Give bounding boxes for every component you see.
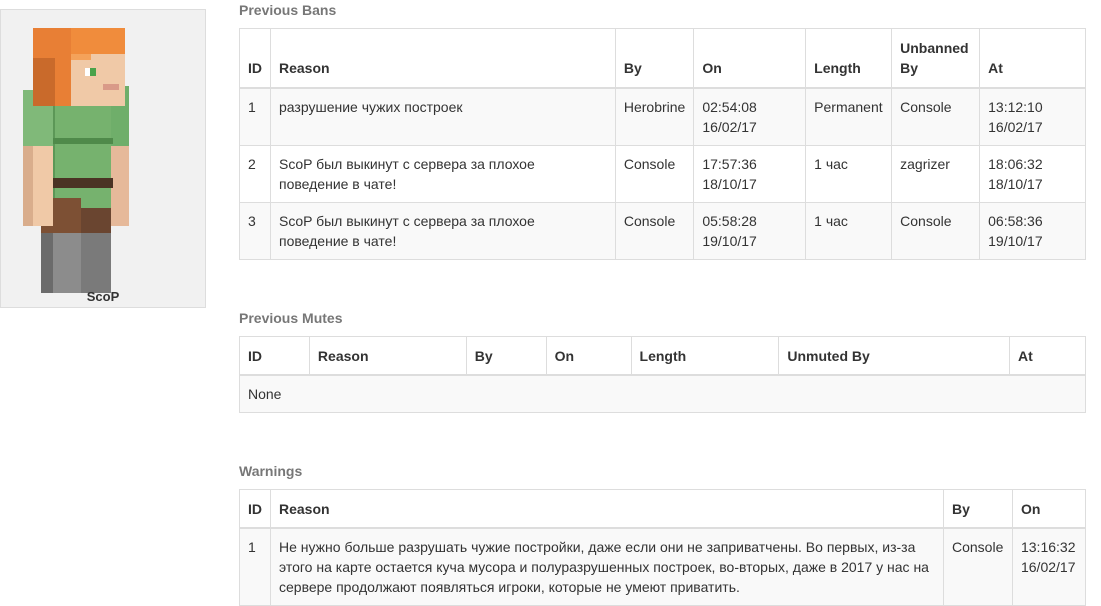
col-header-id: ID — [239, 28, 271, 89]
previous-mutes-title: Previous Mutes — [239, 310, 343, 326]
col-header-reason: Reason — [270, 489, 944, 529]
warnings-table: ID Reason By On 1 Не нужно больше разруш… — [239, 489, 1087, 606]
ban-at: 06:58:36 19/10/17 — [979, 202, 1086, 260]
table-header-row: ID Reason By On Length Unmuted By At — [239, 336, 1086, 376]
ban-reason: ScoP был выкинут с сервера за плохое пов… — [270, 145, 616, 203]
ban-length: 1 час — [805, 145, 893, 203]
ban-reason: ScoP был выкинут с сервера за плохое пов… — [270, 202, 616, 260]
ban-at-date: 19/10/17 — [988, 233, 1043, 249]
main-content: Previous Bans ID Reason By On Length Unb… — [239, 0, 1087, 606]
col-header-unmuted-by: Unmuted By — [778, 336, 1011, 376]
table-row: 2 ScoP был выкинут с сервера за плохое п… — [239, 145, 1086, 203]
ban-on-time: 17:57:36 — [702, 156, 757, 172]
col-header-length: Length — [805, 28, 893, 89]
ban-at: 18:06:32 18/10/17 — [979, 145, 1086, 203]
table-header-row: ID Reason By On — [239, 489, 1087, 529]
warning-reason: Не нужно больше разрушать чужие постройк… — [270, 527, 944, 606]
previous-bans-title: Previous Bans — [239, 2, 337, 18]
ban-unbanned-by: Console — [891, 202, 981, 260]
table-row: 1 разрушение чужих построек Herobrine 02… — [239, 87, 1086, 146]
col-header-on: On — [545, 336, 632, 376]
warning-on-date: 16/02/17 — [1020, 559, 1076, 575]
warning-id: 1 — [239, 527, 271, 606]
col-header-reason: Reason — [308, 336, 467, 376]
ban-at: 13:12:10 16/02/17 — [979, 87, 1086, 146]
col-header-by: By — [943, 489, 1013, 529]
warning-on-time: 13:16:32 — [1020, 539, 1076, 555]
ban-length: Permanent — [805, 87, 893, 146]
player-name: ScoP — [86, 289, 120, 304]
ban-at-time: 18:06:32 — [988, 156, 1043, 172]
col-header-unbanned-by: Unbanned By — [891, 28, 981, 89]
previous-mutes-table: ID Reason By On Length Unmuted By At Non… — [239, 336, 1086, 413]
previous-bans-table: ID Reason By On Length Unbanned By At 1 р… — [239, 28, 1086, 260]
ban-on: 05:58:28 19/10/17 — [693, 202, 807, 260]
ban-unbanned-by: Console — [891, 87, 981, 146]
warning-on: 13:16:32 16/02/17 — [1011, 527, 1087, 606]
ban-reason: разрушение чужих построек — [270, 87, 616, 146]
col-header-unbanned-by-line2: By — [900, 60, 919, 76]
ban-length: 1 час — [805, 202, 893, 260]
warnings-title: Warnings — [239, 463, 303, 479]
ban-on-date: 18/10/17 — [702, 176, 757, 192]
table-row: 3 ScoP был выкинут с сервера за плохое п… — [239, 202, 1086, 260]
col-header-on: On — [1011, 489, 1087, 529]
ban-on: 02:54:08 16/02/17 — [693, 87, 807, 146]
ban-on-time: 05:58:28 — [702, 213, 757, 229]
player-skin-render — [23, 28, 129, 293]
ban-id: 1 — [239, 87, 271, 146]
ban-at-time: 13:12:10 — [988, 99, 1043, 115]
ban-by: Herobrine — [614, 87, 695, 146]
col-header-unbanned-by-line1: Unbanned — [900, 40, 969, 56]
ban-on-date: 19/10/17 — [702, 233, 757, 249]
ban-by: Console — [614, 202, 695, 260]
ban-on: 17:57:36 18/10/17 — [693, 145, 807, 203]
mutes-empty-text: None — [239, 374, 1086, 413]
ban-at-time: 06:58:36 — [988, 213, 1043, 229]
ban-id: 3 — [239, 202, 271, 260]
ban-on-time: 02:54:08 — [702, 99, 757, 115]
col-header-id: ID — [239, 489, 271, 529]
warning-by: Console — [943, 527, 1013, 606]
ban-on-date: 16/02/17 — [702, 119, 757, 135]
col-header-on: On — [693, 28, 807, 89]
col-header-by: By — [465, 336, 547, 376]
col-header-at: At — [1009, 336, 1086, 376]
col-header-by: By — [614, 28, 695, 89]
ban-unbanned-by: zagrizer — [891, 145, 981, 203]
ban-by: Console — [614, 145, 695, 203]
table-header-row: ID Reason By On Length Unbanned By At — [239, 28, 1086, 89]
ban-id: 2 — [239, 145, 271, 203]
col-header-at: At — [979, 28, 1086, 89]
col-header-id: ID — [239, 336, 310, 376]
ban-at-date: 16/02/17 — [988, 119, 1043, 135]
table-row: None — [239, 374, 1086, 413]
table-row: 1 Не нужно больше разрушать чужие постро… — [239, 527, 1087, 606]
col-header-length: Length — [630, 336, 780, 376]
ban-at-date: 18/10/17 — [988, 176, 1043, 192]
col-header-reason: Reason — [270, 28, 616, 89]
player-profile-card: ScoP — [0, 9, 206, 308]
